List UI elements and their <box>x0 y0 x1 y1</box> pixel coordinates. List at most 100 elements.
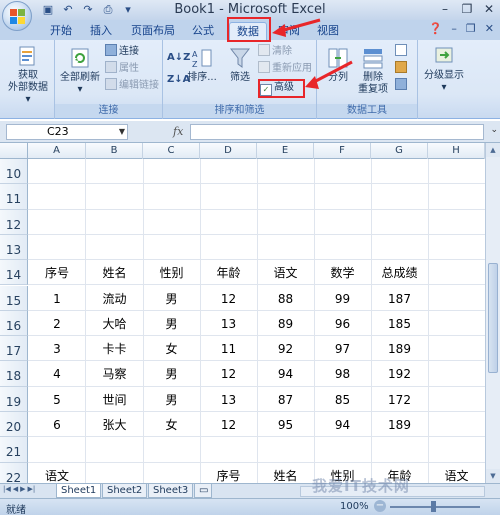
cell[interactable] <box>257 437 314 462</box>
row-header[interactable]: 19 <box>0 386 28 412</box>
cell[interactable] <box>371 437 428 462</box>
cell[interactable] <box>143 184 200 209</box>
row-header[interactable]: 22 <box>0 462 28 483</box>
cell[interactable]: 185 <box>371 311 428 336</box>
column-header[interactable]: G <box>371 143 428 159</box>
sheet-tab-3[interactable]: Sheet3 <box>148 484 194 498</box>
sheet-tab-1[interactable]: Sheet1 <box>56 484 102 498</box>
cell[interactable]: 87 <box>257 387 314 412</box>
zoom-level[interactable]: 100% <box>340 501 369 512</box>
column-header[interactable]: A <box>28 143 86 159</box>
properties-button[interactable]: 属性 <box>105 61 139 76</box>
column-header[interactable]: H <box>428 143 485 159</box>
minimize-button[interactable]: – <box>434 0 456 18</box>
cell[interactable]: 97 <box>314 336 371 361</box>
cell[interactable]: 男 <box>143 311 200 336</box>
prev-sheet-icon[interactable]: ◀ <box>13 485 18 493</box>
cell[interactable]: 语文 <box>428 463 485 483</box>
cell[interactable]: 姓名 <box>86 260 143 285</box>
cell[interactable]: 187 <box>371 286 428 311</box>
cell[interactable]: 92 <box>257 336 314 361</box>
cell[interactable]: 94 <box>314 412 371 437</box>
scroll-down-icon[interactable]: ▼ <box>486 469 500 483</box>
tab-review[interactable]: 审阅 <box>273 22 305 40</box>
cell[interactable] <box>428 235 485 260</box>
cell[interactable] <box>28 437 86 462</box>
outline-button[interactable]: 分级显示 ▾ <box>420 44 468 94</box>
cell[interactable] <box>28 235 86 260</box>
cell[interactable]: 男 <box>143 361 200 386</box>
cell[interactable] <box>200 437 257 462</box>
ribbon-minimize-icon[interactable]: – <box>451 22 457 35</box>
row-header[interactable]: 14 <box>0 260 28 286</box>
help-icon[interactable]: ❓ <box>429 22 443 35</box>
cell[interactable]: 12 <box>200 286 257 311</box>
tab-page-layout[interactable]: 页面布局 <box>127 22 179 40</box>
close-button[interactable]: ✕ <box>478 0 500 18</box>
cell[interactable] <box>314 437 371 462</box>
cell[interactable] <box>200 235 257 260</box>
cell[interactable]: 88 <box>257 286 314 311</box>
cell[interactable]: 89 <box>257 311 314 336</box>
cell[interactable] <box>371 184 428 209</box>
what-if-button[interactable] <box>395 78 409 93</box>
cell[interactable] <box>314 235 371 260</box>
data-validation-button[interactable] <box>395 44 409 59</box>
clear-filter-button[interactable]: 清除 <box>258 44 292 59</box>
name-box[interactable]: C23 ▼ <box>6 124 128 140</box>
cell[interactable]: 数学 <box>314 260 371 285</box>
cell[interactable] <box>86 437 143 462</box>
cell[interactable]: 98 <box>314 361 371 386</box>
cell[interactable]: 5 <box>28 387 86 412</box>
function-icon[interactable]: fx <box>173 125 183 138</box>
cell[interactable]: 马察 <box>86 361 143 386</box>
get-external-data-button[interactable]: 获取 外部数据 ▾ <box>4 44 52 106</box>
cell[interactable]: 姓名 <box>257 463 314 483</box>
cell[interactable] <box>371 159 428 184</box>
cell[interactable] <box>86 159 143 184</box>
cell[interactable]: 性别 <box>143 260 200 285</box>
reapply-button[interactable]: 重新应用 <box>258 61 312 76</box>
sheet-tab-2[interactable]: Sheet2 <box>102 484 148 498</box>
cell[interactable] <box>86 184 143 209</box>
zoom-slider-thumb[interactable] <box>431 501 436 512</box>
cell[interactable] <box>86 235 143 260</box>
refresh-all-button[interactable]: 全部刷新 ▾ <box>57 46 103 96</box>
column-header[interactable]: E <box>257 143 314 159</box>
edit-links-button[interactable]: 编辑链接 <box>105 78 159 93</box>
cell[interactable]: 总成绩 <box>371 260 428 285</box>
cell[interactable] <box>428 159 485 184</box>
row-header[interactable]: 16 <box>0 310 28 337</box>
tab-view[interactable]: 视图 <box>312 22 344 40</box>
tab-insert[interactable]: 插入 <box>85 22 117 40</box>
cell[interactable]: 12 <box>200 361 257 386</box>
ribbon-close-icon[interactable]: ✕ <box>485 22 494 35</box>
cell[interactable]: 2 <box>28 311 86 336</box>
zoom-out-icon[interactable]: − <box>374 500 386 512</box>
row-header[interactable]: 11 <box>0 184 28 210</box>
sort-button[interactable]: A Z 排序... <box>186 46 218 84</box>
cell[interactable]: 1 <box>28 286 86 311</box>
cell[interactable]: 94 <box>257 361 314 386</box>
last-sheet-icon[interactable]: ▶| <box>28 485 36 493</box>
consolidate-button[interactable] <box>395 61 409 76</box>
select-all-corner[interactable] <box>0 143 28 159</box>
cell[interactable] <box>200 159 257 184</box>
row-header[interactable]: 13 <box>0 234 28 261</box>
cell[interactable] <box>314 159 371 184</box>
row-header[interactable]: 15 <box>0 285 28 311</box>
scroll-thumb[interactable] <box>488 263 498 373</box>
cell[interactable]: 语文 <box>257 260 314 285</box>
row-header[interactable]: 20 <box>0 412 28 438</box>
cell[interactable] <box>428 361 485 386</box>
cell[interactable]: 大哈 <box>86 311 143 336</box>
connections-button[interactable]: 连接 <box>105 44 139 59</box>
cell[interactable] <box>428 311 485 336</box>
cell[interactable] <box>428 210 485 235</box>
cell[interactable]: 6 <box>28 412 86 437</box>
cell[interactable] <box>28 210 86 235</box>
first-sheet-icon[interactable]: |◀ <box>3 485 11 493</box>
remove-duplicates-button[interactable]: 删除 重复项 <box>355 46 391 96</box>
cell[interactable] <box>428 387 485 412</box>
cell[interactable] <box>28 159 86 184</box>
